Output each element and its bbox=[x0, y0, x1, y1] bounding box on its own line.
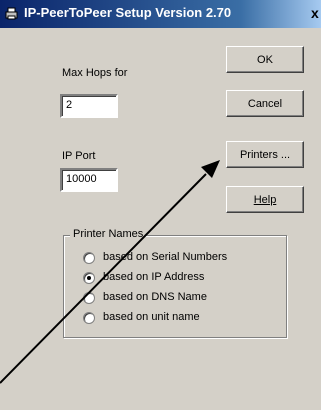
arrow-annotation bbox=[0, 160, 220, 384]
